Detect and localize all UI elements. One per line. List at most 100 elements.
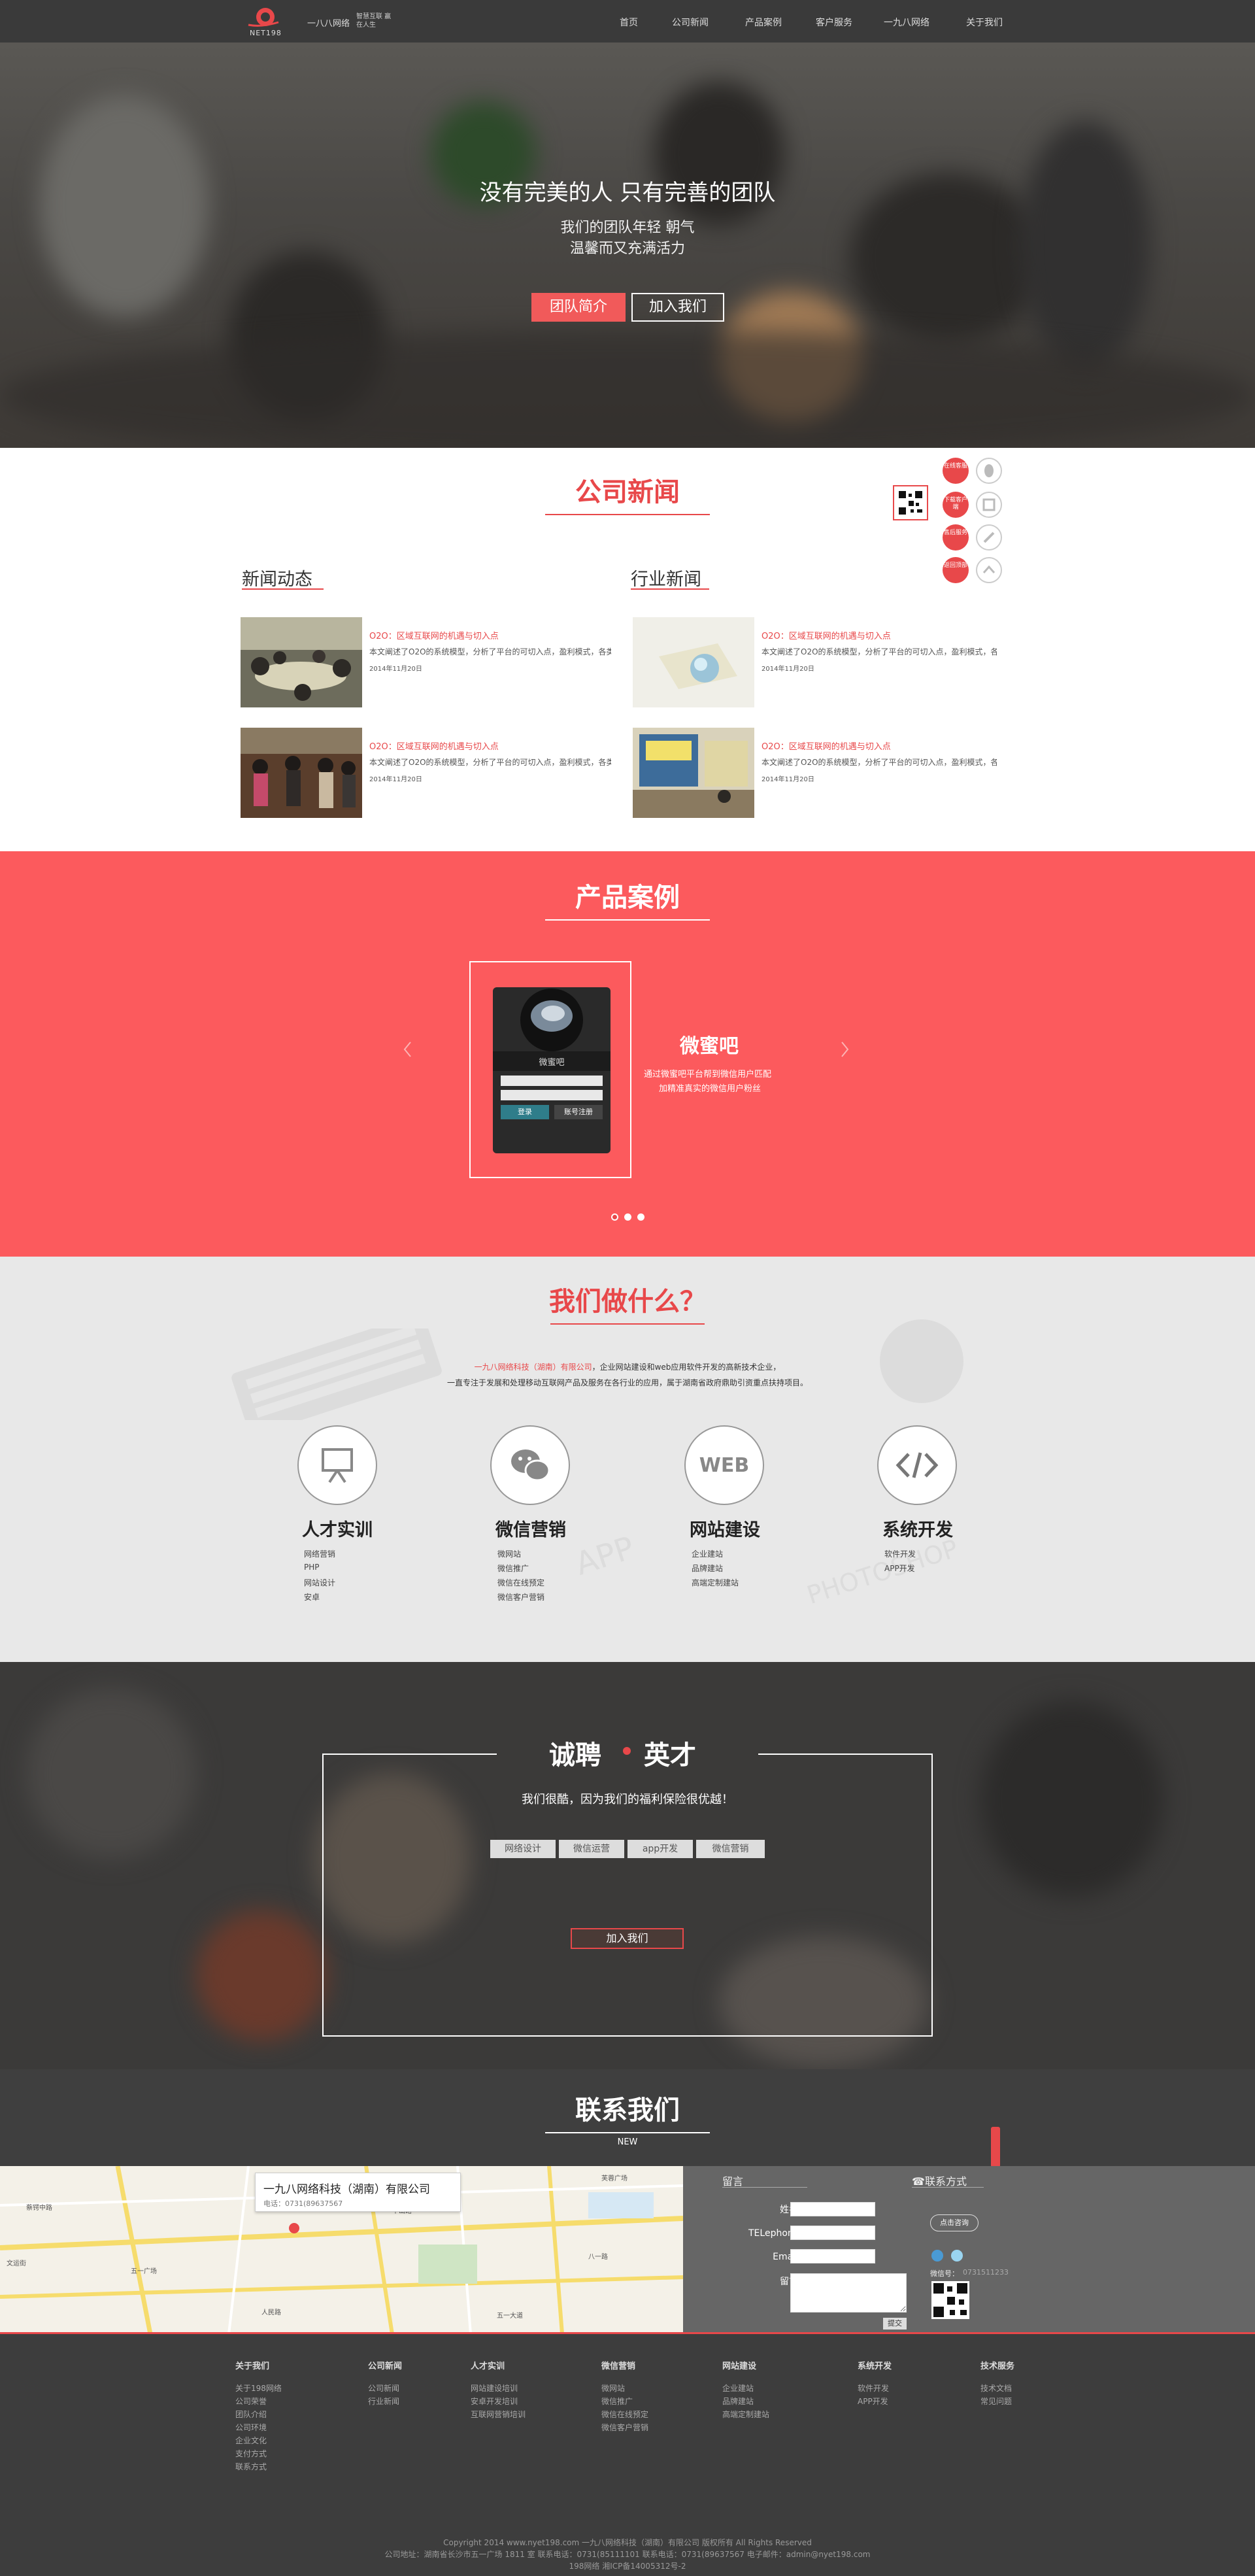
news-item-title[interactable]: O2O：区域互联网的机遇与切入点	[761, 739, 891, 752]
bg-blob	[26, 1688, 196, 1858]
footer: 关于我们 关于198网络 公司荣誉 团队介绍 公司环境 企业文化 支付方式 联系方式 公司新闻公…	[0, 2334, 1255, 2576]
back-to-top-button[interactable]: 返回顶部	[943, 557, 969, 583]
footer-link[interactable]: 团队介绍	[235, 2409, 267, 2420]
heading-underline	[242, 588, 324, 590]
service-item[interactable]: 网站设计	[304, 1577, 335, 1588]
map-widget[interactable]: 五一广场 中山路 八一路 蔡锷中路 五一大道 文运街 芙蓉广场 人民路 一九八网…	[0, 2166, 683, 2334]
recruit-tag[interactable]: 微信运营	[559, 1840, 624, 1858]
contact-way-title: ☎联系方式	[912, 2173, 967, 2188]
email-input[interactable]	[790, 2249, 875, 2263]
nav-network[interactable]: 一九八网络	[884, 16, 929, 29]
footer-link[interactable]: 微网站	[601, 2382, 625, 2394]
carousel-prev-icon[interactable]	[401, 1040, 414, 1059]
footer-link[interactable]: 公司环境	[235, 2422, 267, 2433]
join-us-button[interactable]: 加入我们	[631, 293, 724, 322]
nav-products[interactable]: 产品案例	[745, 16, 782, 29]
tel-input[interactable]	[790, 2226, 875, 2240]
nav-company-news[interactable]: 公司新闻	[672, 16, 709, 29]
news-item-title[interactable]: O2O：区域互联网的机遇与切入点	[369, 739, 499, 752]
service-icon-circle[interactable]	[297, 1425, 377, 1505]
carousel-next-icon[interactable]	[838, 1040, 851, 1059]
team-intro-button[interactable]: 团队简介	[531, 293, 626, 322]
recruit-tag[interactable]: app开发	[628, 1840, 693, 1858]
footer-link[interactable]: 微信在线预定	[601, 2409, 648, 2420]
footer-link[interactable]: 安卓开发培训	[471, 2396, 518, 2407]
service-item[interactable]: 微信客户营销	[497, 1591, 544, 1602]
footer-link[interactable]: 公司荣誉	[235, 2396, 267, 2407]
after-sales-button[interactable]: 售后服务	[943, 524, 969, 551]
footer-link[interactable]: 支付方式	[235, 2448, 267, 2459]
online-consult-button[interactable]: 点击咨询	[930, 2214, 979, 2231]
footer-link[interactable]: APP开发	[858, 2396, 888, 2407]
bg-blob	[196, 1910, 327, 2041]
download-client-button[interactable]: 下载客户端	[943, 492, 969, 518]
nav-about[interactable]: 关于我们	[966, 16, 1003, 29]
service-item[interactable]: 网络营销	[304, 1548, 335, 1559]
recruit-tag[interactable]: 网络设计	[490, 1840, 556, 1858]
submit-button[interactable]: 提交	[883, 2318, 907, 2330]
intro-text: ，企业网站建设和web应用软件开发的高新技术企业，	[592, 1363, 781, 1372]
footer-link[interactable]: 关于198网络	[235, 2382, 282, 2394]
easel-icon	[322, 1448, 353, 1483]
service-item[interactable]: APP开发	[884, 1563, 915, 1574]
service-icon-circle[interactable]	[490, 1425, 570, 1505]
copyright-1: Copyright 2014 www.nyet198.com 一九八网络科技（湖…	[443, 2538, 812, 2547]
qq-icon[interactable]	[976, 458, 1002, 484]
hero-title: 没有完美的人 只有完善的团队	[479, 180, 776, 206]
footer-link[interactable]: 技术文档	[980, 2382, 1012, 2394]
service-item[interactable]: 高端定制建站	[692, 1577, 739, 1588]
service-icon-circle[interactable]: WEB	[684, 1425, 764, 1505]
service-item[interactable]: 微信在线预定	[497, 1577, 544, 1588]
footer-link[interactable]: 品牌建站	[722, 2396, 754, 2407]
news-thumbnail[interactable]	[241, 617, 362, 707]
service-item[interactable]: 安卓	[304, 1591, 320, 1602]
service-item[interactable]: 企业建站	[692, 1548, 723, 1559]
footer-link[interactable]: 微信推广	[601, 2396, 633, 2407]
logo-icon[interactable]	[242, 5, 281, 31]
qq-contact-icon[interactable]	[931, 2250, 943, 2262]
news-item-title[interactable]: O2O：区域互联网的机遇与切入点	[761, 629, 891, 641]
news-thumbnail[interactable]	[633, 617, 754, 707]
message-textarea[interactable]	[790, 2273, 907, 2313]
service-item[interactable]: 软件开发	[884, 1548, 916, 1559]
news-thumbnail[interactable]	[633, 728, 754, 818]
weibo-contact-icon[interactable]	[951, 2250, 963, 2262]
footer-col-heading: 网站建设	[722, 2362, 757, 2371]
recruit-tag[interactable]: 微信营销	[696, 1840, 765, 1858]
footer-link[interactable]: 软件开发	[858, 2382, 889, 2394]
footer-link[interactable]: 联系方式	[235, 2461, 267, 2472]
qr-small-icon[interactable]	[976, 492, 1002, 518]
service-item[interactable]: 微网站	[497, 1548, 521, 1559]
footer-link[interactable]: 行业新闻	[368, 2396, 399, 2407]
news-thumbnail[interactable]	[241, 728, 362, 818]
carousel-dot[interactable]	[611, 1213, 618, 1221]
news-item-title[interactable]: O2O：区域互联网的机遇与切入点	[369, 629, 499, 641]
footer-link[interactable]: 高端定制建站	[722, 2409, 769, 2420]
service-icon-circle[interactable]	[877, 1425, 957, 1505]
title-underline	[545, 514, 710, 515]
name-input[interactable]	[790, 2202, 875, 2216]
product-image-frame[interactable]: 微蜜吧 登录 账号注册	[469, 961, 631, 1178]
footer-link[interactable]: 微信客户营销	[601, 2422, 648, 2433]
service-item[interactable]: 品牌建站	[692, 1563, 723, 1574]
footer-link[interactable]: 常见问题	[980, 2396, 1012, 2407]
carousel-dot[interactable]	[637, 1213, 644, 1221]
recruit-section: 诚聘 英才 我们很酷，因为我们的福利保险很优越！ 网络设计 微信运营 app开发…	[0, 1662, 1255, 2069]
news-section-title: 公司新闻	[575, 477, 680, 507]
edit-icon[interactable]	[976, 524, 1002, 551]
arrow-up-icon[interactable]	[976, 557, 1002, 583]
online-service-button[interactable]: 在线客服	[943, 458, 969, 484]
side-tab[interactable]	[991, 2127, 1000, 2167]
footer-link[interactable]: 公司新闻	[368, 2382, 399, 2394]
recruit-join-button[interactable]: 加入我们	[571, 1928, 684, 1949]
nav-service[interactable]: 客户服务	[816, 16, 852, 29]
carousel-dot[interactable]	[624, 1213, 631, 1221]
service-item[interactable]: PHP	[304, 1563, 320, 1572]
footer-link[interactable]: 企业建站	[722, 2382, 754, 2394]
footer-link[interactable]: 网站建设培训	[471, 2382, 518, 2394]
nav-home[interactable]: 首页	[620, 16, 638, 29]
footer-link[interactable]: 互联网营销培训	[471, 2409, 526, 2420]
service-item[interactable]: 微信推广	[497, 1563, 529, 1574]
footer-link[interactable]: 企业文化	[235, 2435, 267, 2446]
map-company-name: 一九八网络科技（湖南）有限公司	[263, 2183, 430, 2196]
